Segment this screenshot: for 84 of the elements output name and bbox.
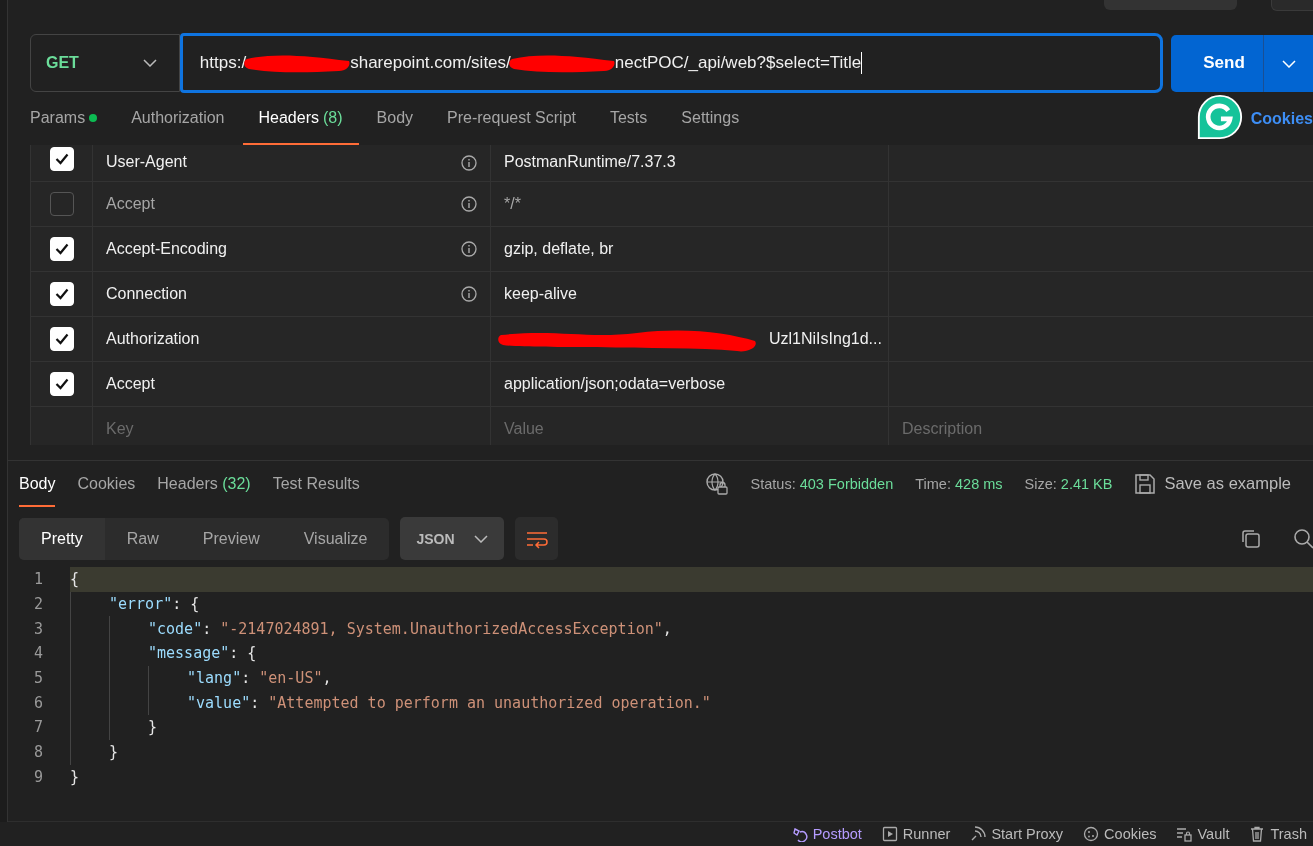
header-key: User-Agent — [106, 153, 187, 171]
view-mode-tab[interactable]: Preview — [180, 517, 282, 560]
check-icon — [54, 378, 69, 390]
code-line: { — [70, 569, 80, 591]
view-mode-tab[interactable]: Raw — [104, 517, 181, 560]
status-bar-item[interactable]: Postbot — [791, 826, 862, 842]
code-line: "message": { — [148, 643, 257, 665]
line-number: 9 — [32, 767, 44, 786]
send-button[interactable]: Send — [1171, 34, 1263, 92]
bot-icon — [791, 826, 808, 842]
lock-icon — [1176, 826, 1193, 842]
response-tab[interactable]: Test Results — [272, 462, 360, 507]
checkbox[interactable] — [49, 192, 74, 216]
check-icon — [54, 243, 69, 255]
chevron-down-icon — [474, 534, 489, 543]
copy-icon[interactable] — [1240, 527, 1262, 550]
globe-lock-icon[interactable] — [704, 471, 729, 496]
status-bar-item[interactable]: Vault — [1176, 826, 1230, 842]
header-value: Uzl1NiIsIng1d... — [769, 330, 882, 348]
code-line: "lang": "en-US", — [187, 668, 332, 690]
wrap-lines-button[interactable] — [515, 517, 559, 560]
line-number: 7 — [32, 718, 44, 737]
response-meta: Status: 403 Forbidden — [750, 475, 894, 492]
request-tab[interactable]: Pre-request Script — [431, 93, 592, 145]
header-value: PostmanRuntime/7.37.3 — [504, 153, 676, 171]
code-line: } — [148, 717, 158, 739]
info-icon[interactable] — [461, 241, 477, 257]
signal-icon — [970, 826, 987, 842]
view-mode-tab[interactable]: Pretty — [19, 517, 105, 560]
response-tab[interactable]: Cookies — [77, 462, 136, 507]
view-mode-tab[interactable]: Visualize — [281, 517, 390, 560]
check-icon — [54, 288, 69, 300]
method-select[interactable]: GET — [30, 34, 180, 92]
request-tab[interactable]: Authorization — [115, 93, 241, 145]
play-icon — [881, 826, 898, 842]
info-icon[interactable] — [461, 286, 477, 302]
status-bar-item[interactable]: Trash — [1249, 826, 1307, 842]
line-number: 3 — [32, 619, 44, 638]
header-value: keep-alive — [504, 285, 577, 303]
line-number: 1 — [32, 570, 44, 589]
request-tab[interactable]: Params — [30, 93, 114, 145]
header-key: Connection — [106, 285, 187, 303]
request-tab[interactable]: Settings — [665, 93, 756, 145]
header-key: Accept-Encoding — [106, 240, 227, 258]
chevron-down-icon — [1281, 59, 1296, 68]
code-line: "value": "Attempted to perform an unauthorized operation." — [187, 692, 711, 714]
save-icon — [1134, 472, 1157, 495]
url-field[interactable]: https:/ sharepoint.com/sites/ nectPOC/_api/web?$select=Title — [179, 33, 1163, 93]
trash-icon — [1249, 826, 1266, 842]
line-number: 8 — [32, 743, 44, 762]
response-meta: Time: 428 ms — [915, 475, 1003, 492]
info-icon[interactable] — [461, 196, 477, 212]
status-bar-item[interactable]: Start Proxy — [970, 826, 1064, 842]
grammar-assistant-icon[interactable] — [1197, 94, 1243, 140]
header-key: Accept — [106, 195, 155, 213]
save-example-button[interactable]: Save as example — [1134, 472, 1291, 495]
header-value: gzip, deflate, br — [504, 240, 614, 258]
line-number: 4 — [32, 644, 44, 663]
search-icon[interactable] — [1293, 527, 1313, 550]
header-key: Accept — [106, 375, 155, 393]
status-bar-item[interactable]: Cookies — [1083, 826, 1157, 842]
line-number: 2 — [32, 595, 44, 614]
response-tab[interactable]: Headers (32) — [157, 462, 251, 507]
code-line: } — [109, 742, 119, 764]
code-line: "code": "-2147024891, System.UnauthorizedAccessException", — [148, 618, 672, 640]
status-bar-item[interactable]: Runner — [881, 826, 951, 842]
code-line: } — [70, 766, 80, 788]
check-icon — [54, 333, 69, 345]
check-icon — [54, 153, 69, 165]
code-line: "error": { — [109, 594, 200, 616]
line-number: 5 — [32, 669, 44, 688]
chevron-down-icon — [142, 59, 157, 67]
cookies-link[interactable]: Cookies — [1250, 110, 1313, 128]
response-tab[interactable]: Body — [19, 462, 56, 507]
format-select[interactable]: JSON — [400, 517, 505, 560]
response-meta: Size: 2.41 KB — [1024, 475, 1113, 492]
cookie-icon — [1083, 826, 1100, 842]
line-number: 6 — [32, 693, 44, 712]
request-tab[interactable]: Tests — [593, 93, 664, 145]
header-value: application/json;odata=verbose — [504, 375, 726, 393]
header-key: Authorization — [106, 330, 200, 348]
request-tab[interactable]: Body — [360, 93, 430, 145]
header-value: */* — [504, 195, 521, 213]
info-icon[interactable] — [461, 155, 477, 171]
